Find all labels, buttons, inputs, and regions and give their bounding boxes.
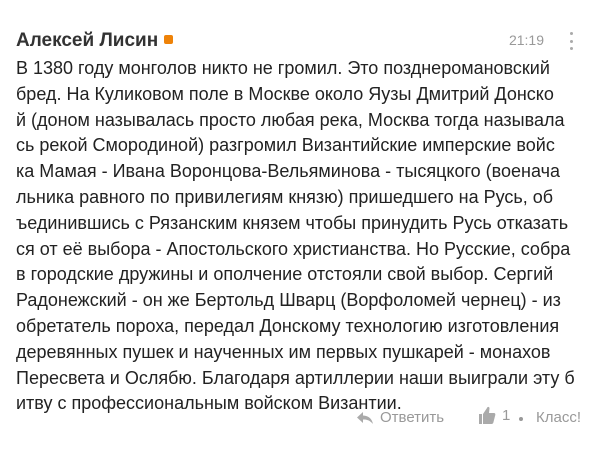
comment-text-line: й (доном называлась просто любая река, М… [16, 109, 565, 130]
thumbs-up-icon [479, 406, 496, 424]
comment-actions: Ответить 1 Класс! [16, 405, 584, 435]
comment-text-line: сь рекой Смородиной) разгромил Византийс… [16, 135, 555, 156]
comment-text: В 1380 году монголов никто не громил. Эт… [16, 56, 586, 417]
comment-time: 21:19 [508, 32, 544, 48]
comment-header: Алексей Лисин 21:19 [16, 28, 584, 54]
comment-text-line: В 1380 году монголов никто не громил. Эт… [16, 58, 550, 78]
comment-text-line: деревянных пушек и наученных им первых п… [16, 341, 551, 362]
reply-label: Ответить [380, 409, 445, 426]
reply-button[interactable]: Ответить [356, 409, 444, 426]
comment-text-line: ся от её выбора - Апостольского христиан… [16, 238, 571, 259]
reply-icon [357, 411, 373, 424]
like-count: 1 [502, 406, 511, 424]
comment-text-line: ъединившись с Рязанским князем чтобы при… [16, 212, 569, 233]
like-button[interactable]: 1 [478, 405, 510, 425]
comment-text-line: Радонежский - он же Бертольд Шварц (Ворф… [16, 290, 561, 311]
comment-card: Алексей Лисин 21:19 В 1380 году монголов… [0, 0, 600, 449]
klass-button[interactable]: Класс! [536, 409, 581, 426]
online-status-badge [164, 35, 174, 44]
separator-dot [519, 417, 523, 421]
comment-text-line: льника равного по привилегиям князю) при… [16, 186, 554, 207]
comment-text-line: обретатель пороха, передал Донскому техн… [16, 315, 560, 336]
comment-text-line: ка Мамая - Ивана Воронцова-Вельяминова -… [16, 161, 560, 182]
more-vertical-icon[interactable] [568, 30, 574, 52]
comment-text-line: бред. На Куликовом поле в Москве около Я… [16, 83, 554, 104]
comment-text-line: Пересвета и Ослябю. Благодаря артиллерии… [16, 367, 575, 388]
comment-text-line: в городские дружины и ополчение отстояли… [16, 264, 554, 285]
author-block: Алексей Лисин [16, 28, 174, 54]
author-name[interactable]: Алексей Лисин [16, 30, 158, 51]
